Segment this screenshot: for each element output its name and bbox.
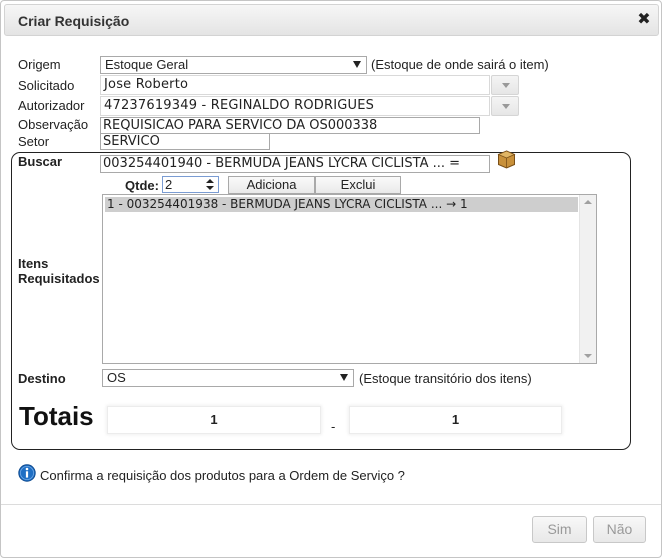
close-icon[interactable]: ✖ [636,12,652,28]
solicitado-value: Jose Roberto [104,77,189,92]
origem-select[interactable]: Estoque Geral [100,56,367,74]
list-item[interactable]: 1 - 003254401938 - BERMUDA JEANS LYCRA C… [105,197,578,212]
itens-label-line1: Itens [18,256,49,271]
scroll-up-icon[interactable] [584,200,592,204]
buscar-label: Buscar [18,154,63,169]
buscar-input[interactable]: 003254401940 - BERMUDA JEANS LYCRA CICLI… [100,155,490,173]
yes-button[interactable]: Sim [532,516,587,543]
origem-hint: (Estoque de onde sairá o item) [371,57,549,72]
observacao-value: REQUISICAO PARA SERVICO DA OS000338 [103,118,378,133]
autorizador-value: 47237619349 - REGINALDO RODRIGUES [104,98,375,113]
requisition-dialog: Criar Requisição ✖ Origem Estoque Geral … [0,0,662,558]
totais-label: Totais [19,401,94,431]
solicitado-label: Solicitado [18,78,75,93]
total-separator: - [331,419,336,434]
qtde-value: 2 [165,177,173,192]
scroll-down-icon[interactable] [584,354,592,358]
origem-value: Estoque Geral [105,57,189,72]
destino-hint: (Estoque transitório dos itens) [359,371,532,386]
info-icon [18,464,36,482]
observacao-input[interactable]: REQUISICAO PARA SERVICO DA OS000338 [100,117,480,134]
confirm-message: Confirma a requisição dos produtos para … [40,468,405,483]
footer-divider [1,504,661,505]
dialog-titlebar: Criar Requisição ✖ [4,4,659,36]
setor-value: SERVICO [103,134,160,149]
chevron-down-icon [502,104,510,109]
autorizador-dropdown-button[interactable] [491,96,519,116]
solicitado-field[interactable]: Jose Roberto [100,75,490,95]
origem-label: Origem [18,57,61,72]
buscar-value: 003254401940 - BERMUDA JEANS LYCRA CICLI… [103,156,461,171]
requested-items-list[interactable]: 1 - 003254401938 - BERMUDA JEANS LYCRA C… [102,194,597,364]
stepper-down-icon[interactable] [206,186,214,190]
list-scrollbar[interactable] [579,195,596,363]
qtde-label: Qtde: [125,178,159,193]
stepper-up-icon[interactable] [206,179,214,183]
solicitado-dropdown-button[interactable] [491,75,519,95]
destino-label: Destino [18,371,66,386]
no-button[interactable]: Não [593,516,646,543]
setor-label: Setor [18,134,50,149]
chevron-down-icon [502,83,510,88]
total-right-box: 1 [349,406,562,434]
autorizador-field[interactable]: 47237619349 - REGINALDO RODRIGUES [100,96,490,116]
chevron-down-icon [340,374,348,381]
chevron-down-icon [353,61,361,68]
qtde-stepper[interactable]: 2 [162,176,219,193]
destino-select[interactable]: OS [102,369,354,387]
dialog-title: Criar Requisição [18,13,130,29]
add-item-button[interactable]: Adiciona [228,176,315,194]
package-icon[interactable] [497,150,516,169]
total-left-box: 1 [107,406,321,434]
remove-item-button[interactable]: Exclui [315,176,401,194]
setor-input[interactable]: SERVICO [100,133,270,150]
observacao-label: Observação [18,117,89,132]
autorizador-label: Autorizador [18,98,85,113]
itens-label-line2: Requisitados [18,271,100,286]
destino-value: OS [107,370,126,385]
